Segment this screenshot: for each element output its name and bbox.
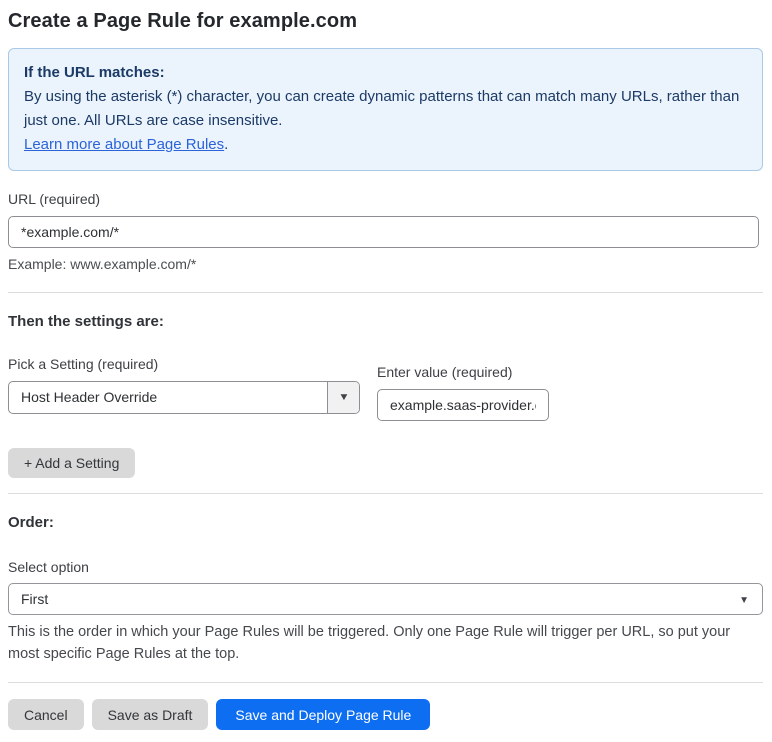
- info-banner-heading: If the URL matches:: [24, 64, 165, 81]
- setting-select-value: Host Header Override: [21, 389, 158, 405]
- order-label: Select option: [8, 559, 89, 575]
- order-select-caret-wrap: ▼: [739, 590, 762, 608]
- order-helper-text: This is the order in which your Page Rul…: [8, 624, 731, 662]
- footer-actions: Cancel Save as Draft Save and Deploy Pag…: [8, 699, 763, 730]
- settings-heading: Then the settings are:: [8, 313, 164, 330]
- setting-select-button[interactable]: ▼: [327, 382, 359, 413]
- chevron-down-icon: ▼: [739, 595, 749, 606]
- section-divider: [8, 682, 763, 683]
- save-deploy-button[interactable]: Save and Deploy Page Rule: [216, 699, 431, 730]
- learn-more-link[interactable]: Learn more about Page Rules: [24, 136, 224, 153]
- link-suffix: .: [224, 136, 229, 153]
- page-title: Create a Page Rule for example.com: [8, 10, 358, 32]
- order-select-value: First: [21, 591, 49, 607]
- setting-select[interactable]: Host Header Override ▼: [8, 381, 360, 414]
- value-label: Enter value (required): [377, 364, 513, 380]
- url-label: URL (required): [8, 191, 101, 207]
- add-setting-button[interactable]: + Add a Setting: [8, 448, 136, 478]
- section-divider: [8, 292, 763, 293]
- info-banner-text: By using the asterisk (*) character, you…: [24, 88, 740, 129]
- setting-value-column: Enter value (required): [377, 364, 549, 421]
- save-draft-button[interactable]: Save as Draft: [91, 699, 209, 730]
- url-input[interactable]: [8, 216, 759, 248]
- cancel-button[interactable]: Cancel: [8, 699, 84, 730]
- info-banner-link-line: Learn more about Page Rules.: [24, 133, 747, 157]
- order-select[interactable]: First ▼: [8, 583, 763, 615]
- chevron-down-icon: ▼: [337, 391, 350, 403]
- settings-row: Pick a Setting (required) Host Header Ov…: [8, 356, 763, 421]
- url-match-info-banner: If the URL matches: By using the asteris…: [8, 48, 763, 171]
- setting-label: Pick a Setting (required): [8, 356, 159, 372]
- page-rule-form: Create a Page Rule for example.com If th…: [0, 0, 772, 742]
- section-divider: [8, 493, 763, 494]
- order-heading: Order:: [8, 514, 54, 531]
- value-input[interactable]: [377, 389, 549, 421]
- url-helper-text: Example: www.example.com/*: [8, 256, 197, 272]
- setting-picker-column: Pick a Setting (required) Host Header Ov…: [8, 356, 360, 421]
